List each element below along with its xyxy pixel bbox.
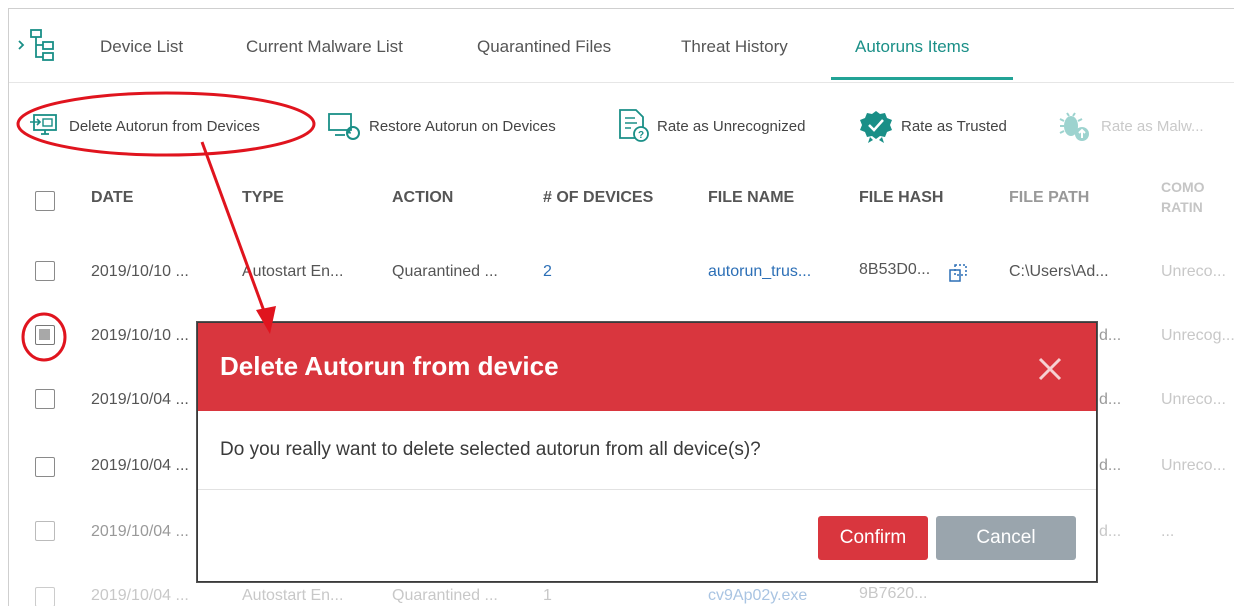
cell-date: 2019/10/04 ... xyxy=(91,587,189,604)
cell-file-path: d... xyxy=(1099,523,1122,540)
cell-rating: Unreco... xyxy=(1161,263,1226,280)
row-checkbox[interactable] xyxy=(35,389,55,409)
rate-malware-label: Rate as Malw... xyxy=(1101,117,1204,135)
row-checkbox-checked[interactable] xyxy=(35,325,55,345)
cell-file-hash: 9B7620... xyxy=(859,585,928,602)
cell-rating: Unreco... xyxy=(1161,391,1226,408)
row-checkbox[interactable] xyxy=(35,521,55,541)
restore-autorun-button[interactable]: Restore Autorun on Devices xyxy=(327,109,556,143)
row-checkbox[interactable] xyxy=(35,457,55,477)
toolbar: Delete Autorun from Devices Restore Auto… xyxy=(9,83,1234,171)
rate-trusted-label: Rate as Trusted xyxy=(901,117,1007,135)
cell-file-name-link[interactable]: cv9Ap02y.exe xyxy=(708,587,807,605)
cell-rating: ... xyxy=(1161,523,1175,540)
cell-type: Autostart En... xyxy=(242,263,344,280)
cell-file-path: d... xyxy=(1099,327,1122,344)
cell-rating: Unrecog... xyxy=(1161,327,1234,344)
delete-autorun-label: Delete Autorun from Devices xyxy=(69,117,260,135)
malware-bug-icon xyxy=(1059,112,1089,141)
app-frame: Device List Current Malware List Quarant… xyxy=(8,8,1234,606)
column-date[interactable]: DATE xyxy=(91,189,133,207)
svg-text:?: ? xyxy=(638,130,644,141)
table-header: DATE TYPE ACTION # OF DEVICES FILE NAME … xyxy=(9,171,1234,229)
cell-file-path: d... xyxy=(1099,457,1122,474)
close-icon[interactable] xyxy=(1034,353,1066,385)
dialog-message: Do you really want to delete selected au… xyxy=(220,439,761,460)
cell-file-name-link[interactable]: autorun_trus... xyxy=(708,263,811,281)
cell-date: 2019/10/04 ... xyxy=(91,523,189,540)
rate-unrecognized-label: Rate as Unrecognized xyxy=(657,117,806,135)
column-comodo-rating[interactable]: COMO RATIN xyxy=(1161,177,1221,217)
cell-type: Autostart En... xyxy=(242,587,344,604)
trusted-badge-icon xyxy=(860,111,892,143)
cell-action: Quarantined ... xyxy=(392,587,498,604)
cell-file-path: C:\Users\Ad... xyxy=(1009,263,1109,280)
column-type[interactable]: TYPE xyxy=(242,189,284,207)
cell-file-hash: 8B53D0... xyxy=(859,261,931,278)
cancel-button[interactable]: Cancel xyxy=(936,516,1076,560)
cell-date: 2019/10/04 ... xyxy=(91,457,189,474)
cell-file-path: d... xyxy=(1099,391,1122,408)
column-devices[interactable]: # OF DEVICES xyxy=(543,189,653,207)
rate-trusted-button[interactable]: Rate as Trusted xyxy=(857,109,1007,143)
copy-hash-icon[interactable] xyxy=(949,264,967,282)
tab-device-list[interactable]: Device List xyxy=(100,37,183,57)
cell-devices-link[interactable]: 1 xyxy=(543,587,552,605)
table-row[interactable]: 2019/10/10 ... Autostart En... Quarantin… xyxy=(9,239,1234,303)
restore-autorun-label: Restore Autorun on Devices xyxy=(369,117,556,135)
tab-threat-history[interactable]: Threat History xyxy=(681,37,788,57)
dialog-divider xyxy=(198,489,1096,490)
rate-malware-button[interactable]: Rate as Malw... xyxy=(1055,109,1204,143)
cell-date: 2019/10/04 ... xyxy=(91,391,189,408)
dialog-header: Delete Autorun from device xyxy=(198,323,1096,411)
cell-action: Quarantined ... xyxy=(392,263,498,280)
cell-rating: Unreco... xyxy=(1161,457,1226,474)
rate-unrecognized-button[interactable]: ? Rate as Unrecognized xyxy=(615,109,805,143)
column-file-path[interactable]: FILE PATH xyxy=(1009,189,1089,207)
cell-devices-link[interactable]: 2 xyxy=(543,263,552,281)
confirm-button[interactable]: Confirm xyxy=(818,516,928,560)
delete-autorun-dialog: Delete Autorun from device Do you really… xyxy=(197,322,1097,582)
dialog-title: Delete Autorun from device xyxy=(220,351,559,381)
tab-quarantined-files[interactable]: Quarantined Files xyxy=(477,37,611,57)
cell-date: 2019/10/10 ... xyxy=(91,327,189,344)
delete-device-icon xyxy=(30,114,57,135)
column-action[interactable]: ACTION xyxy=(392,189,453,207)
unrecognized-file-icon: ? xyxy=(619,109,649,142)
cell-date: 2019/10/10 ... xyxy=(91,263,189,280)
tree-view-icon[interactable] xyxy=(15,27,59,63)
restore-device-icon xyxy=(328,113,360,140)
select-all-checkbox[interactable] xyxy=(35,191,55,211)
row-checkbox[interactable] xyxy=(35,587,55,606)
active-tab-indicator xyxy=(831,77,1013,80)
column-file-name[interactable]: FILE NAME xyxy=(708,189,794,207)
tab-bar: Device List Current Malware List Quarant… xyxy=(9,9,1234,83)
row-checkbox[interactable] xyxy=(35,261,55,281)
delete-autorun-button[interactable]: Delete Autorun from Devices xyxy=(29,109,260,143)
column-file-hash[interactable]: FILE HASH xyxy=(859,189,943,207)
tab-current-malware-list[interactable]: Current Malware List xyxy=(246,37,403,57)
tab-autoruns-items[interactable]: Autoruns Items xyxy=(855,37,969,57)
